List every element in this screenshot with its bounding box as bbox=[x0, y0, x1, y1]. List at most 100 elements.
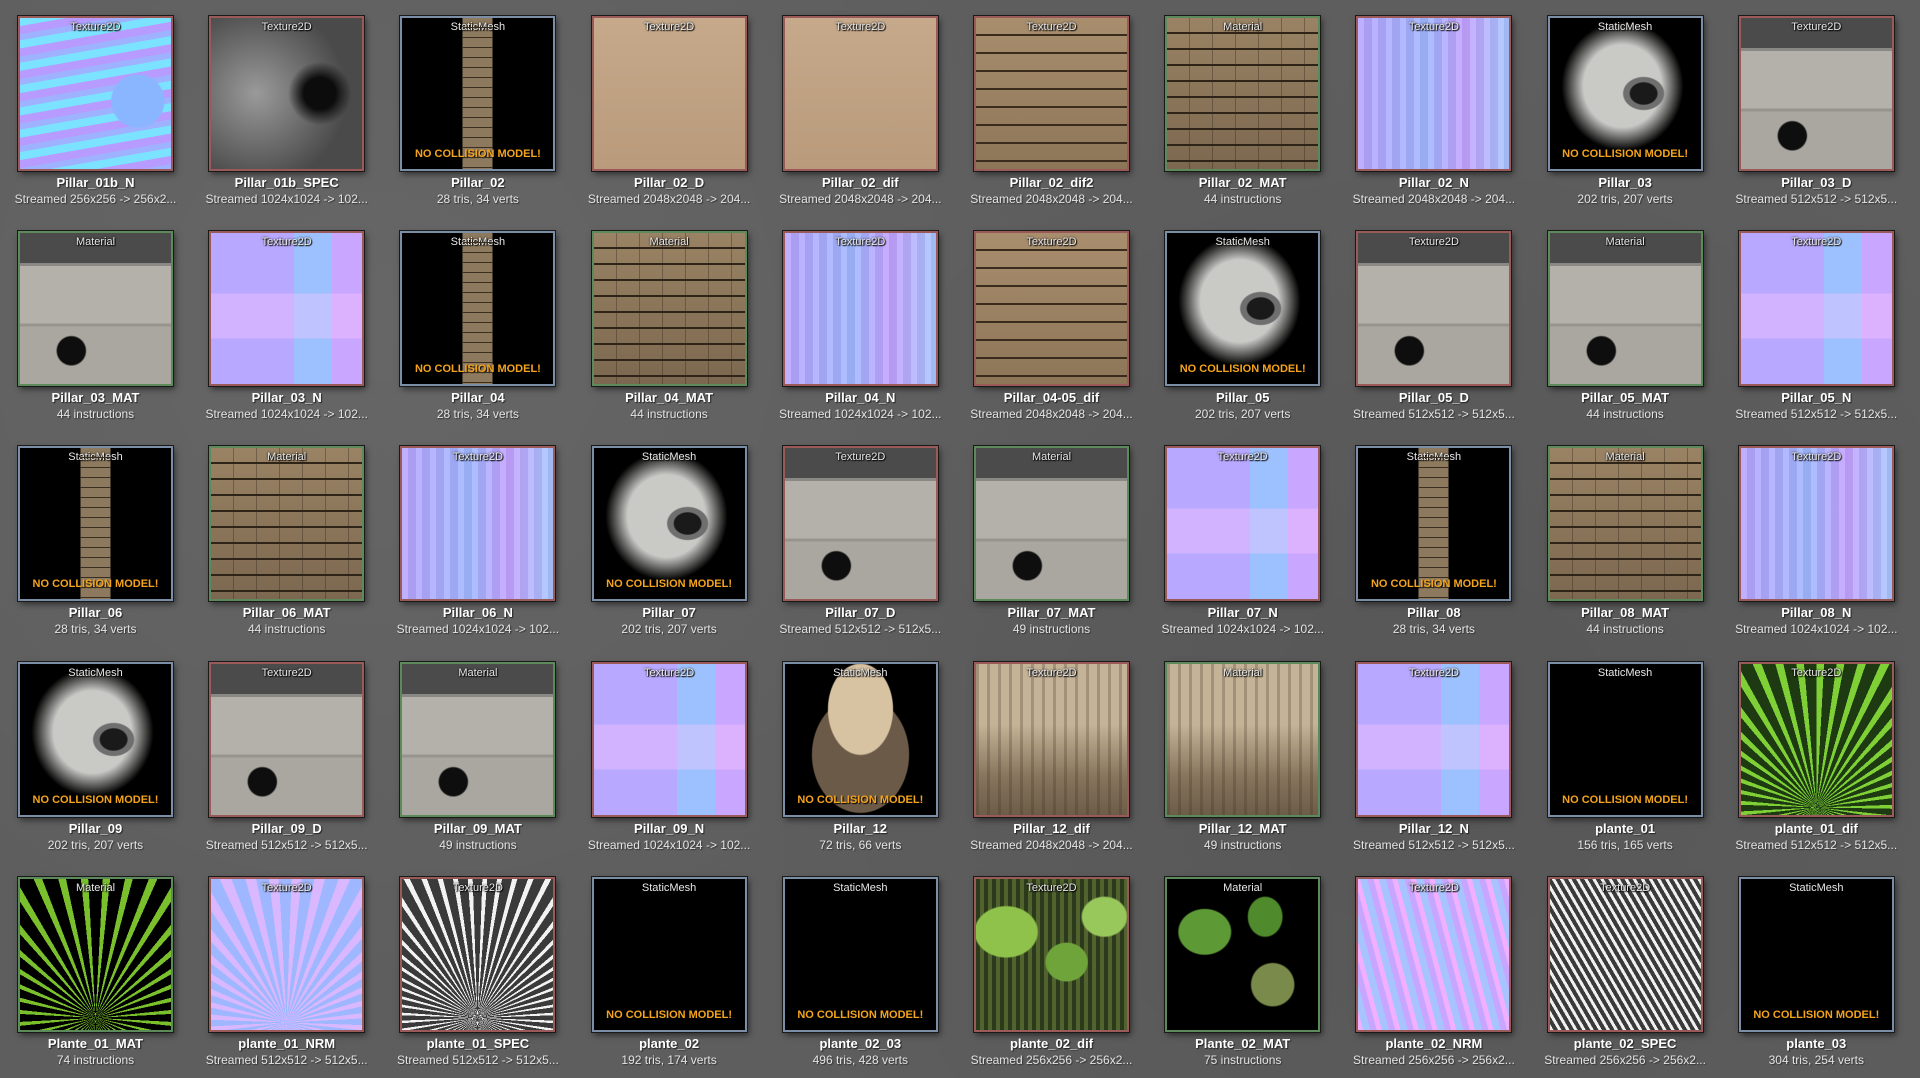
asset-tile[interactable]: StaticMesh NO COLLISION MODEL! Pillar_09 20… bbox=[0, 646, 191, 861]
asset-thumbnail[interactable]: Texture2D bbox=[974, 876, 1129, 1032]
asset-thumbnail[interactable]: Texture2D bbox=[1547, 876, 1703, 1032]
asset-tile[interactable]: Material Pillar_09_MAT 49 instructions bbox=[382, 646, 573, 861]
asset-thumbnail[interactable]: Material bbox=[1547, 231, 1703, 387]
asset-tile[interactable]: StaticMesh NO COLLISION MODEL! Pillar_06 28… bbox=[0, 430, 191, 645]
asset-tile[interactable]: Texture2D Pillar_05_N Streamed 512x512 -> … bbox=[1721, 215, 1912, 430]
asset-tile[interactable]: Texture2D Pillar_04-05_dif Streamed 2048x2… bbox=[956, 215, 1147, 430]
asset-tile[interactable]: StaticMesh NO COLLISION MODEL! Pillar_02 28… bbox=[382, 0, 573, 215]
asset-tile[interactable]: StaticMesh NO COLLISION MODEL! Pillar_05 20… bbox=[1147, 215, 1338, 430]
asset-tile[interactable]: StaticMesh NO COLLISION MODEL! Pillar_03 20… bbox=[1530, 0, 1721, 215]
asset-thumbnail[interactable]: StaticMesh NO COLLISION MODEL! bbox=[18, 446, 173, 602]
asset-tile[interactable]: Texture2D Pillar_08_N Streamed 1024x1024 -… bbox=[1721, 430, 1912, 645]
asset-tile[interactable]: Texture2D plante_01_SPEC Streamed 512x512 … bbox=[382, 861, 573, 1076]
asset-thumbnail[interactable]: Material bbox=[400, 661, 556, 817]
asset-tile[interactable]: Texture2D Pillar_07_N Streamed 1024x1024 -… bbox=[1147, 430, 1338, 645]
asset-thumbnail[interactable]: StaticMesh NO COLLISION MODEL! bbox=[591, 876, 747, 1032]
asset-thumbnail[interactable]: StaticMesh NO COLLISION MODEL! bbox=[1738, 876, 1894, 1032]
asset-tile[interactable]: StaticMesh NO COLLISION MODEL! plante_02_0… bbox=[765, 861, 956, 1076]
asset-tile[interactable]: StaticMesh NO COLLISION MODEL! Pillar_07 20… bbox=[574, 430, 765, 645]
asset-tile[interactable]: Texture2D Pillar_12_N Streamed 512x512 -> … bbox=[1338, 646, 1529, 861]
asset-thumbnail[interactable]: Texture2D bbox=[974, 16, 1129, 171]
asset-thumbnail[interactable]: Material bbox=[974, 446, 1129, 602]
asset-thumbnail[interactable]: Texture2D bbox=[1738, 16, 1894, 171]
asset-thumbnail[interactable]: Texture2D bbox=[591, 661, 747, 817]
asset-tile[interactable]: Material Pillar_04_MAT 44 instructions bbox=[574, 215, 765, 430]
asset-thumbnail[interactable]: Texture2D bbox=[209, 231, 365, 387]
asset-thumbnail[interactable]: Texture2D bbox=[1356, 231, 1512, 387]
asset-tile[interactable]: Texture2D Pillar_03_N Streamed 1024x1024 -… bbox=[191, 215, 382, 430]
asset-thumbnail[interactable]: StaticMesh NO COLLISION MODEL! bbox=[400, 16, 556, 171]
asset-thumbnail[interactable]: Material bbox=[591, 231, 747, 387]
asset-thumbnail[interactable]: StaticMesh NO COLLISION MODEL! bbox=[18, 661, 173, 817]
asset-tile[interactable]: Texture2D Pillar_02_dif2 Streamed 2048x204… bbox=[956, 0, 1147, 215]
asset-thumbnail[interactable]: Texture2D bbox=[591, 16, 747, 171]
asset-thumbnail[interactable]: StaticMesh NO COLLISION MODEL! bbox=[400, 231, 556, 387]
asset-thumbnail[interactable]: StaticMesh NO COLLISION MODEL! bbox=[1356, 446, 1512, 602]
asset-thumbnail[interactable]: Material bbox=[18, 876, 173, 1032]
asset-tile[interactable]: Texture2D plante_02_SPEC Streamed 256x256 … bbox=[1530, 861, 1721, 1076]
asset-thumbnail[interactable]: Texture2D bbox=[1738, 231, 1894, 387]
asset-tile[interactable]: StaticMesh NO COLLISION MODEL! plante_01 15… bbox=[1530, 646, 1721, 861]
asset-thumbnail[interactable]: Texture2D bbox=[209, 876, 365, 1032]
asset-thumbnail[interactable]: StaticMesh NO COLLISION MODEL! bbox=[782, 661, 938, 817]
asset-tile[interactable]: Material Pillar_08_MAT 44 instructions bbox=[1530, 430, 1721, 645]
asset-tile[interactable]: Texture2D plante_01_dif Streamed 512x512 -… bbox=[1721, 646, 1912, 861]
asset-tile[interactable]: Texture2D Pillar_02_N Streamed 2048x2048 -… bbox=[1338, 0, 1529, 215]
asset-thumbnail[interactable]: StaticMesh NO COLLISION MODEL! bbox=[782, 876, 938, 1032]
asset-tile[interactable]: Texture2D Pillar_02_dif Streamed 2048x2048… bbox=[765, 0, 956, 215]
asset-thumbnail[interactable]: Texture2D bbox=[209, 16, 365, 171]
asset-tile[interactable]: StaticMesh NO COLLISION MODEL! Pillar_08 28… bbox=[1338, 430, 1529, 645]
asset-thumbnail[interactable]: Material bbox=[1547, 446, 1703, 602]
asset-thumbnail[interactable]: Texture2D bbox=[1738, 661, 1894, 817]
asset-tile[interactable]: Texture2D Pillar_01b_N Streamed 256x256 ->… bbox=[0, 0, 191, 215]
asset-thumbnail[interactable]: StaticMesh NO COLLISION MODEL! bbox=[1165, 231, 1321, 387]
asset-thumbnail[interactable]: Texture2D bbox=[782, 231, 938, 387]
asset-tile[interactable]: Texture2D Pillar_04_N Streamed 1024x1024 -… bbox=[765, 215, 956, 430]
asset-tile[interactable]: Texture2D Pillar_01b_SPEC Streamed 1024x10… bbox=[191, 0, 382, 215]
asset-tile[interactable]: Material Plante_02_MAT 75 instructions bbox=[1147, 861, 1338, 1076]
asset-thumbnail[interactable]: Texture2D bbox=[1738, 446, 1894, 602]
asset-thumbnail[interactable]: Texture2D bbox=[1356, 876, 1512, 1032]
asset-tile[interactable]: StaticMesh NO COLLISION MODEL! Pillar_04 28… bbox=[382, 215, 573, 430]
asset-tile[interactable]: StaticMesh NO COLLISION MODEL! Pillar_12 72… bbox=[765, 646, 956, 861]
asset-tile[interactable]: Texture2D Pillar_06_N Streamed 1024x1024 -… bbox=[382, 430, 573, 645]
asset-tile[interactable]: Texture2D plante_02_dif Streamed 256x256 -… bbox=[956, 861, 1147, 1076]
asset-thumbnail[interactable]: Texture2D bbox=[782, 446, 938, 602]
asset-tile[interactable]: Texture2D Pillar_09_D Streamed 512x512 -> … bbox=[191, 646, 382, 861]
asset-thumbnail[interactable]: Texture2D bbox=[1356, 661, 1512, 817]
asset-tile[interactable]: Texture2D Pillar_12_dif Streamed 2048x2048… bbox=[956, 646, 1147, 861]
asset-tile[interactable]: Texture2D Pillar_07_D Streamed 512x512 -> … bbox=[765, 430, 956, 645]
asset-tile[interactable]: Material Pillar_05_MAT 44 instructions bbox=[1530, 215, 1721, 430]
asset-tile[interactable]: Material Plante_01_MAT 74 instructions bbox=[0, 861, 191, 1076]
asset-tile[interactable]: StaticMesh NO COLLISION MODEL! plante_03 30… bbox=[1721, 861, 1912, 1076]
asset-thumbnail[interactable]: StaticMesh NO COLLISION MODEL! bbox=[1547, 661, 1703, 817]
asset-tile[interactable]: Material Pillar_03_MAT 44 instructions bbox=[0, 215, 191, 430]
asset-tile[interactable]: Texture2D Pillar_09_N Streamed 1024x1024 -… bbox=[574, 646, 765, 861]
asset-thumbnail[interactable]: Texture2D bbox=[974, 231, 1129, 387]
asset-thumbnail[interactable]: Texture2D bbox=[209, 661, 365, 817]
asset-thumbnail[interactable]: Material bbox=[1165, 876, 1321, 1032]
asset-thumbnail[interactable]: Material bbox=[209, 446, 365, 602]
asset-thumbnail[interactable]: Material bbox=[18, 231, 173, 387]
asset-tile[interactable]: Texture2D plante_02_NRM Streamed 256x256 -… bbox=[1338, 861, 1529, 1076]
asset-tile[interactable]: Texture2D Pillar_03_D Streamed 512x512 -> … bbox=[1721, 0, 1912, 215]
asset-thumbnail[interactable]: Texture2D bbox=[974, 661, 1129, 817]
asset-tile[interactable]: Material Pillar_02_MAT 44 instructions bbox=[1147, 0, 1338, 215]
asset-thumbnail[interactable]: Material bbox=[1165, 16, 1321, 171]
asset-tile[interactable]: Texture2D plante_01_NRM Streamed 512x512 -… bbox=[191, 861, 382, 1076]
asset-tile[interactable]: Texture2D Pillar_02_D Streamed 2048x2048 -… bbox=[574, 0, 765, 215]
asset-thumbnail[interactable]: Material bbox=[1165, 661, 1321, 817]
asset-tile[interactable]: Material Pillar_12_MAT 49 instructions bbox=[1147, 646, 1338, 861]
asset-tile[interactable]: Texture2D Pillar_05_D Streamed 512x512 -> … bbox=[1338, 215, 1529, 430]
asset-thumbnail[interactable]: Texture2D bbox=[1356, 16, 1512, 171]
asset-thumbnail[interactable]: Texture2D bbox=[400, 446, 556, 602]
asset-thumbnail[interactable]: Texture2D bbox=[782, 16, 938, 171]
asset-thumbnail[interactable]: StaticMesh NO COLLISION MODEL! bbox=[1547, 16, 1703, 171]
asset-thumbnail[interactable]: StaticMesh NO COLLISION MODEL! bbox=[591, 446, 747, 602]
asset-tile[interactable]: Material Pillar_06_MAT 44 instructions bbox=[191, 430, 382, 645]
asset-tile[interactable]: StaticMesh NO COLLISION MODEL! plante_02 19… bbox=[574, 861, 765, 1076]
asset-thumbnail[interactable]: Texture2D bbox=[400, 876, 556, 1032]
asset-thumbnail[interactable]: Texture2D bbox=[18, 16, 173, 171]
asset-tile[interactable]: Material Pillar_07_MAT 49 instructions bbox=[956, 430, 1147, 645]
asset-thumbnail[interactable]: Texture2D bbox=[1165, 446, 1321, 602]
